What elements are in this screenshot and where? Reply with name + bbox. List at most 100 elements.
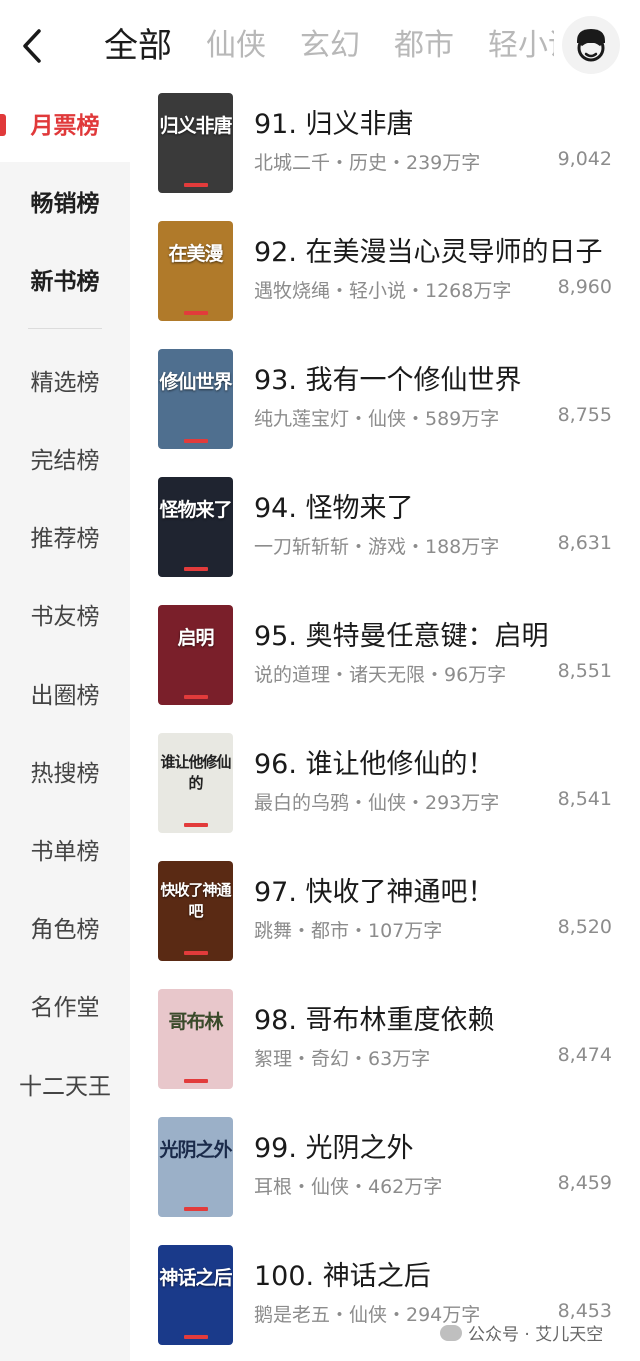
cover-title: 谁让他修仙的	[160, 753, 231, 792]
cover-title: 快收了神通吧	[160, 881, 231, 920]
cover-title: 怪物来了	[159, 499, 232, 521]
cover-title: 启明	[177, 627, 214, 649]
user-avatar-icon	[577, 29, 605, 62]
list-item[interactable]: 怪物来了 94. 怪物来了 一刀斩斩斩・游戏・188万字 8,631	[130, 468, 640, 596]
vote-count: 8,551	[557, 660, 612, 682]
sidebar-item-twelve-kings[interactable]: 十二天王	[0, 1045, 130, 1123]
book-cover[interactable]: 谁让他修仙的	[158, 733, 233, 833]
sidebar-item-featured[interactable]: 精选榜	[0, 341, 130, 419]
book-title[interactable]: 93. 我有一个修仙世界	[254, 358, 634, 397]
top-bar: 全部仙侠玄幻都市轻小说	[0, 0, 640, 92]
book-cover[interactable]: 神话之后	[158, 1245, 233, 1345]
sidebar-item-characters[interactable]: 角色榜	[0, 888, 130, 966]
list-item[interactable]: 启明 95. 奥特曼任意键：启明 说的道理・诸天无限・96万字 8,551	[130, 596, 640, 724]
vote-count: 8,520	[557, 916, 612, 938]
book-meta: 最白的乌鸦・仙侠・293万字	[254, 792, 500, 814]
tab-xuanhuan[interactable]: 玄幻	[300, 22, 360, 70]
publisher-tag	[184, 1207, 208, 1211]
vote-count: 8,960	[557, 276, 612, 298]
list-item[interactable]: 在美漫 92. 在美漫当心灵导师的日子 遇牧烧绳・轻小说・1268万字 8,96…	[130, 212, 640, 340]
list-item[interactable]: 修仙世界 93. 我有一个修仙世界 纯九莲宝灯・仙侠・589万字 8,755	[130, 340, 640, 468]
sidebar-item-booklist[interactable]: 书单榜	[0, 810, 130, 888]
book-list: 归义非唐 91. 归义非唐 北城二千・历史・239万字 9,042 在美漫 92…	[130, 84, 640, 1361]
category-tabs: 全部仙侠玄幻都市轻小说	[104, 22, 554, 70]
cover-title: 修仙世界	[159, 371, 232, 393]
book-title[interactable]: 100. 神话之后	[254, 1254, 634, 1293]
sidebar-item-bestseller[interactable]: 畅销榜	[0, 162, 130, 240]
tab-all[interactable]: 全部	[104, 22, 172, 70]
vote-count: 8,755	[557, 404, 612, 426]
book-title[interactable]: 96. 谁让他修仙的！	[254, 742, 634, 781]
vote-count: 8,541	[557, 788, 612, 810]
sidebar-item-completed[interactable]: 完结榜	[0, 419, 130, 497]
book-meta: 絮理・奇幻・63万字	[254, 1048, 431, 1070]
book-cover[interactable]: 归义非唐	[158, 93, 233, 193]
book-cover[interactable]: 怪物来了	[158, 477, 233, 577]
list-item[interactable]: 哥布林 98. 哥布林重度依赖 絮理・奇幻・63万字 8,474	[130, 980, 640, 1108]
book-meta: 耳根・仙侠・462万字	[254, 1176, 443, 1198]
book-meta: 跳舞・都市・107万字	[254, 920, 443, 942]
sidebar-item-masterpieces[interactable]: 名作堂	[0, 966, 130, 1044]
book-meta: 一刀斩斩斩・游戏・188万字	[254, 536, 500, 558]
book-meta: 说的道理・诸天无限・96万字	[254, 664, 507, 686]
publisher-tag	[184, 183, 208, 187]
publisher-tag	[184, 695, 208, 699]
book-meta: 遇牧烧绳・轻小说・1268万字	[254, 280, 512, 302]
active-indicator	[0, 114, 6, 136]
publisher-tag	[184, 823, 208, 827]
cover-title: 光阴之外	[159, 1139, 232, 1161]
publisher-tag	[184, 567, 208, 571]
vote-count: 8,631	[557, 532, 612, 554]
publisher-tag	[184, 1335, 208, 1339]
publisher-tag	[184, 439, 208, 443]
book-cover[interactable]: 光阴之外	[158, 1117, 233, 1217]
sidebar-item-new-books[interactable]: 新书榜	[0, 240, 130, 318]
tab-xianxia[interactable]: 仙侠	[206, 22, 266, 70]
vote-count: 9,042	[557, 148, 612, 170]
cover-title: 神话之后	[159, 1267, 232, 1289]
sidebar-divider	[28, 328, 102, 329]
book-cover[interactable]: 启明	[158, 605, 233, 705]
avatar[interactable]	[562, 16, 620, 74]
vote-count: 8,459	[557, 1172, 612, 1194]
chevron-left-icon	[23, 29, 41, 63]
tab-dushi[interactable]: 都市	[394, 22, 454, 70]
watermark-text: 公众号 · 艾儿天空	[468, 1325, 604, 1345]
cover-title: 归义非唐	[159, 115, 232, 137]
sidebar-item-hot-search[interactable]: 热搜榜	[0, 732, 130, 810]
book-title[interactable]: 97. 快收了神通吧！	[254, 870, 634, 909]
book-cover[interactable]: 快收了神通吧	[158, 861, 233, 961]
publisher-tag	[184, 311, 208, 315]
back-button[interactable]	[14, 24, 50, 68]
list-item[interactable]: 快收了神通吧 97. 快收了神通吧！ 跳舞・都市・107万字 8,520	[130, 852, 640, 980]
book-title[interactable]: 92. 在美漫当心灵导师的日子	[254, 230, 634, 269]
book-cover[interactable]: 修仙世界	[158, 349, 233, 449]
publisher-tag	[184, 951, 208, 955]
ranking-page: 全部仙侠玄幻都市轻小说 月票榜 畅销榜 新书榜 精选榜 完结榜 推荐榜 书友榜 …	[0, 0, 640, 1361]
book-title[interactable]: 95. 奥特曼任意键：启明	[254, 614, 634, 653]
sidebar-item-monthly-ticket[interactable]: 月票榜	[0, 84, 130, 162]
tab-light-novel[interactable]: 轻小说	[488, 22, 554, 70]
book-title[interactable]: 94. 怪物来了	[254, 486, 634, 525]
book-cover[interactable]: 在美漫	[158, 221, 233, 321]
book-title[interactable]: 98. 哥布林重度依赖	[254, 998, 634, 1037]
publisher-tag	[184, 1079, 208, 1083]
cover-title: 在美漫	[168, 243, 223, 265]
book-meta: 北城二千・历史・239万字	[254, 152, 481, 174]
vote-count: 8,453	[557, 1300, 612, 1322]
book-meta: 纯九莲宝灯・仙侠・589万字	[254, 408, 500, 430]
sidebar-item-breakout[interactable]: 出圈榜	[0, 654, 130, 732]
watermark: 公众号 · 艾儿天空	[440, 1320, 603, 1345]
wechat-icon	[440, 1324, 462, 1341]
book-cover[interactable]: 哥布林	[158, 989, 233, 1089]
ranking-sidebar: 月票榜 畅销榜 新书榜 精选榜 完结榜 推荐榜 书友榜 出圈榜 热搜榜 书单榜 …	[0, 84, 130, 1361]
sidebar-item-reader-friends[interactable]: 书友榜	[0, 575, 130, 653]
list-item[interactable]: 谁让他修仙的 96. 谁让他修仙的！ 最白的乌鸦・仙侠・293万字 8,541	[130, 724, 640, 852]
list-item[interactable]: 光阴之外 99. 光阴之外 耳根・仙侠・462万字 8,459	[130, 1108, 640, 1236]
cover-title: 哥布林	[168, 1011, 223, 1033]
vote-count: 8,474	[557, 1044, 612, 1066]
book-title[interactable]: 99. 光阴之外	[254, 1126, 634, 1165]
sidebar-item-recommended[interactable]: 推荐榜	[0, 497, 130, 575]
list-item[interactable]: 归义非唐 91. 归义非唐 北城二千・历史・239万字 9,042	[130, 84, 640, 212]
book-title[interactable]: 91. 归义非唐	[254, 102, 634, 141]
